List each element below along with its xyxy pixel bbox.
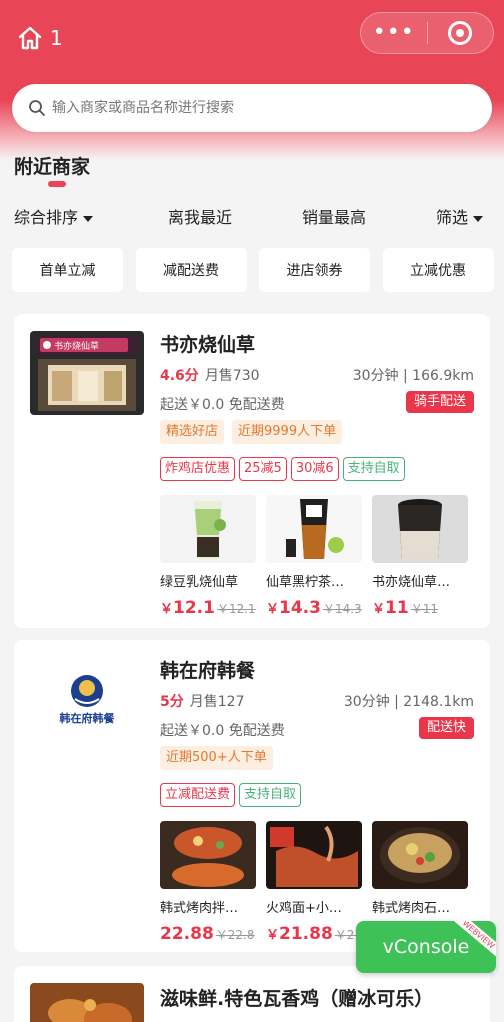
product-price: ￥11 ￥11 (372, 598, 438, 618)
search-bar[interactable] (12, 84, 492, 132)
product-item[interactable]: 韩式烤肉石… (372, 821, 468, 916)
home-button[interactable]: 1 (16, 24, 63, 52)
product-name: 韩式烤肉拌… (160, 901, 239, 916)
product-item[interactable]: 仙草黑柠茶… ￥14.3 ￥14.3 (266, 495, 362, 618)
logo-text: 韩在府韩餐 (60, 711, 116, 725)
tag: 精选好店 (160, 420, 225, 444)
caret-down-icon (83, 215, 94, 222)
section-title: 附近商家 (14, 156, 91, 178)
delivery-badge: 骑手配送 (405, 391, 474, 413)
shop-name[interactable]: 滋味鲜.特色瓦香鸡（赠冰可乐） (160, 984, 433, 1011)
product-name: 韩式烤肉石… (372, 901, 451, 916)
product-price: 22.88 ￥22.8 (160, 924, 255, 944)
product-name: 绿豆乳烧仙草 (160, 575, 239, 590)
product-item[interactable]: 书亦烧仙草… ￥11 ￥11 (372, 495, 468, 618)
more-dots-icon[interactable]: ••• (361, 13, 427, 53)
sort-filter[interactable]: 筛选 (436, 204, 484, 228)
shop-rating: 4.6分 月售730 (160, 368, 260, 384)
sort-comprehensive[interactable]: 综合排序 (14, 204, 94, 228)
caret-down-icon (473, 215, 484, 222)
sort-bar: 综合排序 离我最近 销量最高 筛选 (0, 204, 504, 232)
search-icon (29, 100, 45, 116)
shop-eta: 30分钟 | 2148.1km (343, 694, 474, 710)
shop-tags: 精选好店 近期9999人下单 (160, 420, 350, 444)
product-price: ￥12.1 ￥12.1 (160, 598, 256, 618)
product-name: 火鸡面+小… (266, 901, 342, 916)
vconsole-button[interactable]: vConsole WEBVIEW (356, 921, 496, 973)
promo-tags: 炸鸡店优惠 25减5 30减6 支持自取 (160, 457, 409, 481)
product-image (266, 821, 362, 889)
chip-store-coupon[interactable]: 进店领券 (259, 248, 370, 292)
shop-card[interactable]: 书亦烧仙草 书亦烧仙草 4.6分 月售730 30分钟 | 166.9km 起送￥… (14, 314, 490, 628)
pickup-tag: 支持自取 (239, 783, 302, 807)
pickup-tag: 支持自取 (342, 457, 405, 481)
chip-first-order[interactable]: 首单立减 (12, 248, 123, 292)
page-count: 1 (50, 26, 63, 50)
promo-tag: 30减6 (290, 457, 339, 481)
shop-sign-text: 书亦烧仙草 (54, 340, 99, 352)
promo-tags: 立减配送费 支持自取 (160, 783, 305, 807)
sort-best-selling[interactable]: 销量最高 (302, 204, 366, 228)
shop-name[interactable]: 书亦烧仙草 (160, 330, 255, 357)
product-price: ￥21.88 ￥21. (266, 924, 366, 944)
shop-photo: 书亦烧仙草 (30, 331, 144, 415)
shop-fee: 起送￥0.0 免配送费 (160, 723, 285, 739)
product-item[interactable]: 火鸡面+小… ￥21.88 ￥21. (266, 821, 366, 944)
tag: 近期9999人下单 (232, 420, 343, 444)
product-item[interactable]: 绿豆乳烧仙草 ￥12.1 ￥12.1 (160, 495, 256, 618)
product-image (160, 821, 256, 889)
product-image (372, 495, 468, 563)
home-icon (18, 26, 42, 50)
search-input[interactable] (52, 100, 452, 116)
product-image (160, 495, 256, 563)
title-underline (48, 181, 66, 187)
product-item[interactable]: 韩式烤肉拌… 22.88 ￥22.8 (160, 821, 256, 944)
target-circle-icon (448, 21, 473, 45)
tag: 近期500+人下单 (160, 746, 273, 770)
product-image (372, 821, 468, 889)
promo-tag: 立减配送费 (160, 783, 236, 807)
shop-name[interactable]: 韩在府韩餐 (160, 656, 255, 683)
product-name: 书亦烧仙草… (372, 575, 451, 590)
sort-nearest[interactable]: 离我最近 (168, 204, 232, 228)
promo-tag: 25减5 (239, 457, 287, 481)
shop-logo: 韩在府韩餐 (30, 657, 144, 741)
shop-card[interactable]: 滋味鲜.特色瓦香鸡（赠冰可乐） (14, 966, 490, 1022)
mini-program-capsule: ••• (360, 12, 494, 54)
shop-photo (30, 983, 144, 1022)
delivery-badge: 配送快 (418, 717, 474, 739)
shop-fee: 起送￥0.0 免配送费 (160, 397, 285, 413)
promo-chips: 首单立减 减配送费 进店领券 立减优惠 (12, 248, 504, 292)
product-image (266, 495, 362, 563)
close-button[interactable] (428, 21, 494, 45)
shop-rating: 5分 月售127 (160, 694, 245, 710)
shop-eta: 30分钟 | 166.9km (352, 368, 474, 384)
promo-tag: 炸鸡店优惠 (160, 457, 236, 481)
shop-card[interactable]: 韩在府韩餐 韩在府韩餐 5分 月售127 30分钟 | 2148.1km 起送￥0… (14, 640, 490, 952)
product-price: ￥14.3 ￥14.3 (266, 598, 362, 618)
chip-instant-discount[interactable]: 立减优惠 (382, 248, 494, 292)
shop-tags: 近期500+人下单 (160, 746, 281, 770)
product-name: 仙草黑柠茶… (266, 575, 345, 590)
chip-delivery-discount[interactable]: 减配送费 (135, 248, 247, 292)
